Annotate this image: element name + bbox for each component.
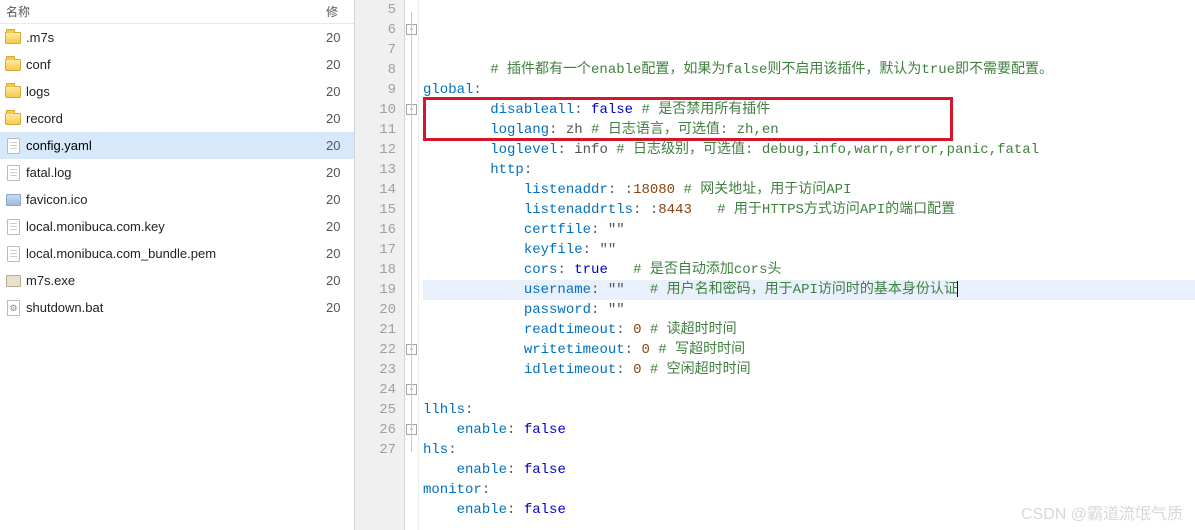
file-name: m7s.exe <box>26 273 326 288</box>
file-header: 名称 修 <box>0 0 354 24</box>
code-line[interactable]: cors: true # 是否自动添加cors头 <box>423 260 1195 280</box>
file-name: shutdown.bat <box>26 300 326 315</box>
code-line[interactable]: certfile: "" <box>423 220 1195 240</box>
folder-icon <box>4 29 22 47</box>
file-modified: 20 <box>326 300 354 315</box>
line-number: 14 <box>355 180 396 200</box>
code-line[interactable]: http: <box>423 160 1195 180</box>
file-modified: 20 <box>326 138 354 153</box>
file-name: config.yaml <box>26 138 326 153</box>
line-number: 11 <box>355 120 396 140</box>
code-line[interactable]: readtimeout: 0 # 读超时时间 <box>423 320 1195 340</box>
file-icon <box>4 218 22 236</box>
file-modified: 20 <box>326 246 354 261</box>
line-number: 23 <box>355 360 396 380</box>
file-name: local.monibuca.com.key <box>26 219 326 234</box>
col-name-header[interactable]: 名称 <box>0 3 326 20</box>
file-row-local-monibuca-com-key[interactable]: local.monibuca.com.key20 <box>0 213 354 240</box>
code-line[interactable]: username: "" # 用户名和密码，用于API访问时的基本身份认证 <box>423 280 1195 300</box>
col-modified-header[interactable]: 修 <box>326 3 354 20</box>
line-number: 18 <box>355 260 396 280</box>
code-line[interactable]: loglevel: info # 日志级别，可选值: debug,info,wa… <box>423 140 1195 160</box>
code-line[interactable]: enable: false <box>423 460 1195 480</box>
folder-icon <box>4 56 22 74</box>
file-modified: 20 <box>326 273 354 288</box>
line-number: 26 <box>355 420 396 440</box>
file-modified: 20 <box>326 30 354 45</box>
code-line[interactable]: listenaddr: :18080 # 网关地址，用于访问API <box>423 180 1195 200</box>
file-row-m7s-exe[interactable]: m7s.exe20 <box>0 267 354 294</box>
line-number: 5 <box>355 0 396 20</box>
file-row-record[interactable]: record20 <box>0 105 354 132</box>
file-name: .m7s <box>26 30 326 45</box>
file-row-conf[interactable]: conf20 <box>0 51 354 78</box>
file-row--m7s[interactable]: .m7s20 <box>0 24 354 51</box>
file-name: favicon.ico <box>26 192 326 207</box>
code-line[interactable]: llhls: <box>423 400 1195 420</box>
line-number: 12 <box>355 140 396 160</box>
file-icon <box>4 245 22 263</box>
line-number: 27 <box>355 440 396 460</box>
code-line[interactable]: keyfile: "" <box>423 240 1195 260</box>
line-number: 24 <box>355 380 396 400</box>
code-line[interactable]: disableall: false # 是否禁用所有插件 <box>423 100 1195 120</box>
line-number-gutter: 5678910111213141516171819202122232425262… <box>355 0 405 530</box>
folder-icon <box>4 83 22 101</box>
line-number: 19 <box>355 280 396 300</box>
file-modified: 20 <box>326 111 354 126</box>
file-row-shutdown-bat[interactable]: shutdown.bat20 <box>0 294 354 321</box>
line-number: 9 <box>355 80 396 100</box>
line-number: 22 <box>355 340 396 360</box>
file-modified: 20 <box>326 57 354 72</box>
file-name: logs <box>26 84 326 99</box>
line-number: 25 <box>355 400 396 420</box>
file-name: conf <box>26 57 326 72</box>
code-line[interactable] <box>423 380 1195 400</box>
code-line[interactable]: password: "" <box>423 300 1195 320</box>
file-icon <box>4 164 22 182</box>
code-line[interactable]: loglang: zh # 日志语言，可选值: zh,en <box>423 120 1195 140</box>
line-number: 16 <box>355 220 396 240</box>
line-number: 21 <box>355 320 396 340</box>
file-row-logs[interactable]: logs20 <box>0 78 354 105</box>
line-number: 7 <box>355 40 396 60</box>
code-line[interactable]: writetimeout: 0 # 写超时时间 <box>423 340 1195 360</box>
file-explorer: 名称 修 .m7s20conf20logs20record20config.ya… <box>0 0 355 530</box>
file-modified: 20 <box>326 192 354 207</box>
file-modified: 20 <box>326 84 354 99</box>
code-line[interactable]: enable: false <box>423 420 1195 440</box>
code-line[interactable]: enable: false <box>423 500 1195 520</box>
line-number: 10 <box>355 100 396 120</box>
bat-icon <box>4 299 22 317</box>
code-line[interactable]: idletimeout: 0 # 空闲超时时间 <box>423 360 1195 380</box>
file-name: record <box>26 111 326 126</box>
file-modified: 20 <box>326 165 354 180</box>
folder-icon <box>4 110 22 128</box>
fold-column[interactable]: ----- <box>405 0 419 530</box>
file-row-config-yaml[interactable]: config.yaml20 <box>0 132 354 159</box>
file-name: fatal.log <box>26 165 326 180</box>
file-list: .m7s20conf20logs20record20config.yaml20f… <box>0 24 354 530</box>
code-line[interactable]: hls: <box>423 440 1195 460</box>
file-modified: 20 <box>326 219 354 234</box>
exe-icon <box>4 272 22 290</box>
file-icon <box>4 137 22 155</box>
file-name: local.monibuca.com_bundle.pem <box>26 246 326 261</box>
code-line[interactable]: global: <box>423 80 1195 100</box>
file-row-fatal-log[interactable]: fatal.log20 <box>0 159 354 186</box>
line-number: 17 <box>355 240 396 260</box>
line-number: 6 <box>355 20 396 40</box>
code-line[interactable]: monitor: <box>423 480 1195 500</box>
line-number: 15 <box>355 200 396 220</box>
ico-icon <box>4 191 22 209</box>
line-number: 8 <box>355 60 396 80</box>
line-number: 13 <box>355 160 396 180</box>
code-line[interactable]: listenaddrtls: :8443 # 用于HTTPS方式访问API的端口… <box>423 200 1195 220</box>
file-row-local-monibuca-com-bundle-pem[interactable]: local.monibuca.com_bundle.pem20 <box>0 240 354 267</box>
code-editor[interactable]: 5678910111213141516171819202122232425262… <box>355 0 1195 530</box>
line-number: 20 <box>355 300 396 320</box>
code-area[interactable]: # 插件都有一个enable配置，如果为false则不启用该插件，默认为true… <box>419 0 1195 530</box>
file-row-favicon-ico[interactable]: favicon.ico20 <box>0 186 354 213</box>
code-line[interactable]: # 插件都有一个enable配置，如果为false则不启用该插件，默认为true… <box>423 60 1195 80</box>
